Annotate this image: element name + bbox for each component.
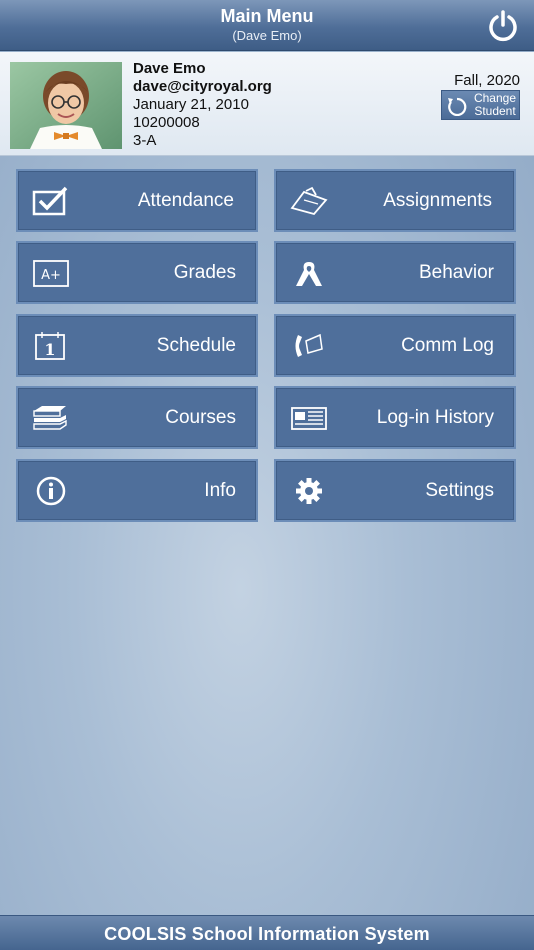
info-button[interactable]: Info — [16, 459, 258, 522]
comm-log-button[interactable]: Comm Log — [274, 314, 516, 377]
svg-text:A+: A+ — [41, 268, 61, 283]
grades-label: Grades — [173, 262, 236, 283]
student-email: dave@cityroyal.org — [133, 78, 272, 95]
power-icon[interactable] — [486, 9, 520, 43]
gear-icon — [296, 478, 322, 504]
footer-text: COOLSIS School Information System — [104, 924, 430, 944]
settings-button[interactable]: Settings — [274, 459, 516, 522]
student-class: 3-A — [133, 132, 157, 149]
checkbox-icon — [32, 186, 68, 216]
footer-bar: COOLSIS School Information System — [0, 915, 534, 950]
newspaper-icon — [291, 407, 327, 430]
student-id: 10200008 — [133, 114, 200, 131]
login-history-label: Log-in History — [376, 407, 494, 428]
clipboard-icon — [290, 186, 328, 216]
student-birthdate: January 21, 2010 — [133, 96, 249, 113]
courses-button[interactable]: Courses — [16, 386, 258, 449]
behavior-label: Behavior — [419, 262, 494, 283]
page-title: Main Menu — [220, 6, 314, 26]
calendar-icon: 1 — [35, 332, 65, 360]
attendance-button[interactable]: Attendance — [16, 169, 258, 232]
info-label: Info — [204, 480, 236, 501]
student-name: Dave Emo — [133, 60, 206, 77]
grades-button[interactable]: A+ Grades — [16, 241, 258, 304]
settings-label: Settings — [425, 480, 494, 501]
change-student-button[interactable]: Change Student — [441, 90, 520, 120]
refresh-icon — [448, 97, 467, 116]
student-profile: Dave Emo dave@cityroyal.org January 21, … — [0, 52, 534, 156]
login-history-button[interactable]: Log-in History — [274, 386, 516, 449]
info-icon — [36, 476, 66, 506]
assignments-label: Assignments — [383, 190, 492, 211]
schedule-button[interactable]: 1 Schedule — [16, 314, 258, 377]
header-bar: Main Menu (Dave Emo) — [0, 0, 534, 51]
courses-label: Courses — [165, 407, 236, 428]
books-icon — [33, 406, 67, 430]
schedule-label: Schedule — [156, 335, 236, 356]
page-subtitle: (Dave Emo) — [232, 28, 302, 43]
behavior-button[interactable]: Behavior — [274, 241, 516, 304]
svg-text:1: 1 — [44, 340, 55, 359]
phone-note-icon — [295, 333, 323, 357]
ribbon-icon — [296, 262, 322, 286]
term-label: Fall, 2020 — [454, 72, 520, 89]
student-photo — [10, 62, 122, 149]
grade-card-icon: A+ — [33, 260, 69, 287]
assignments-button[interactable]: Assignments — [274, 169, 516, 232]
comm-log-label: Comm Log — [401, 335, 494, 356]
attendance-label: Attendance — [137, 190, 234, 211]
change-student-label-2: Student — [474, 104, 516, 118]
